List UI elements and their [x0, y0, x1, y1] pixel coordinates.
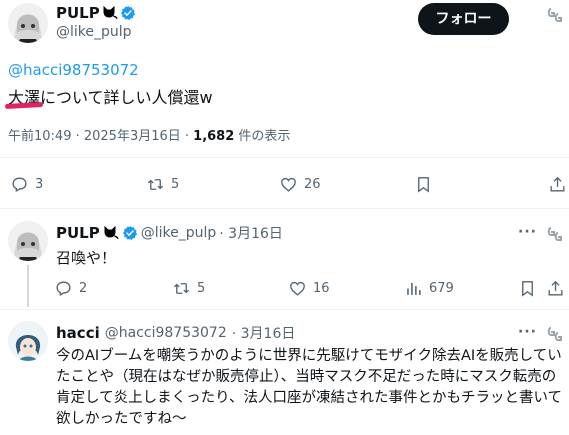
reply-author-name[interactable]: hacci: [56, 324, 100, 342]
author-handle[interactable]: @like_pulp: [56, 24, 132, 40]
retweet-count: 5: [171, 177, 180, 192]
bookmark-button[interactable]: [518, 279, 537, 298]
cat-emoji-icon: [103, 6, 118, 20]
heart-icon: [281, 177, 296, 192]
reply-header: PULP @like_pulp · 3月16日: [56, 223, 283, 243]
grok-icon[interactable]: [547, 325, 565, 347]
reply-avatar[interactable]: [8, 321, 48, 361]
reply-count: 3: [35, 177, 44, 192]
share-icon: [548, 280, 563, 296]
bookmark-button[interactable]: [414, 175, 433, 194]
reply-text: 召喚や！: [56, 249, 117, 267]
reply-date[interactable]: · 3月16日: [219, 223, 283, 243]
views-button[interactable]: 679: [404, 279, 454, 298]
author-name-row[interactable]: PULP: [56, 3, 136, 23]
views-label: 件の表示: [234, 129, 291, 144]
reply-icon: [56, 281, 71, 296]
reply-text: 今のAIブームを嘲笑うかのように世界に先駆けてモザイク除去AIを販売していたこと…: [56, 348, 563, 427]
author-avatar[interactable]: [8, 3, 48, 43]
like-count: 16: [313, 281, 330, 296]
tweet-timestamp[interactable]: 午前10:49 · 2025年3月16日 ·: [8, 129, 193, 144]
reply-date[interactable]: · 3月16日: [232, 323, 296, 343]
retweet-button[interactable]: 5: [172, 279, 205, 298]
divider: [0, 208, 569, 209]
grok-icon[interactable]: [547, 6, 565, 28]
reply-to-mention[interactable]: @hacci98753072: [8, 61, 139, 79]
views-count: 1,682: [193, 129, 235, 144]
share-button[interactable]: [548, 175, 567, 194]
grok-icon[interactable]: [547, 225, 565, 247]
reply-author-name[interactable]: PULP: [56, 224, 100, 242]
bookmark-icon: [522, 281, 533, 297]
thread-line: [27, 265, 29, 307]
share-icon: [550, 176, 565, 192]
retweet-icon: [173, 283, 190, 294]
reply-author-handle[interactable]: @hacci98753072: [105, 325, 227, 341]
tweet-timestamp-row: 午前10:49 · 2025年3月16日 · 1,682 件の表示: [8, 125, 290, 144]
author-name[interactable]: PULP: [56, 4, 100, 22]
views-count: 679: [429, 281, 454, 296]
like-count: 26: [304, 177, 321, 192]
retweet-icon: [147, 179, 164, 190]
share-button[interactable]: [546, 279, 565, 298]
divider: [0, 309, 569, 310]
more-icon[interactable]: ···: [518, 224, 537, 240]
reply-button[interactable]: 2: [54, 279, 87, 298]
divider: [0, 157, 569, 158]
reply-icon: [12, 177, 27, 192]
views-chart-icon: [407, 282, 421, 295]
reply-button[interactable]: 3: [10, 175, 43, 194]
like-button[interactable]: 16: [288, 279, 330, 298]
verified-badge-icon: [122, 226, 137, 240]
retweet-count: 5: [197, 281, 206, 296]
bookmark-icon: [418, 177, 429, 193]
cat-emoji-icon: [104, 226, 119, 240]
reply-header: hacci @hacci98753072 · 3月16日: [56, 323, 295, 343]
heart-icon: [290, 281, 305, 296]
retweet-button[interactable]: 5: [146, 175, 179, 194]
like-button[interactable]: 26: [279, 175, 321, 194]
reply-avatar[interactable]: [8, 221, 48, 261]
more-icon[interactable]: ···: [518, 324, 537, 340]
verified-badge-icon: [120, 6, 135, 20]
reply-author-handle[interactable]: @like_pulp: [141, 225, 217, 241]
reply-count: 2: [79, 281, 88, 296]
follow-button[interactable]: フォロー: [418, 3, 509, 35]
